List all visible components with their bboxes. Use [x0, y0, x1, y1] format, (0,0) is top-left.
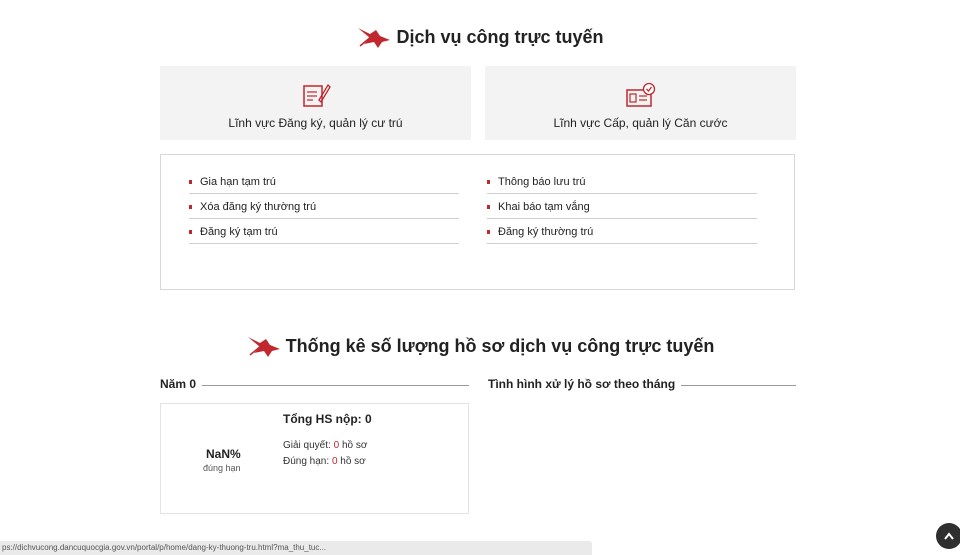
emblem-logo-icon — [247, 337, 280, 357]
bullet-icon — [189, 230, 192, 234]
resolved-value: 0 — [333, 440, 340, 451]
bullet-icon — [487, 205, 490, 209]
stats-summary-box: NaN% đúng hạn Tổng HS nộp: 0 Giải quyết:… — [160, 403, 469, 514]
services-title-text: Dịch vụ công trực tuyến — [396, 26, 604, 47]
ontime-row: Đúng hạn: 0 hồ sơ — [283, 456, 366, 467]
service-link[interactable]: Xóa đăng ký thường trú — [189, 194, 459, 219]
scroll-to-top-button[interactable] — [936, 523, 960, 549]
ontime-percent-caption: đúng hạn — [203, 463, 241, 473]
service-link[interactable]: Thông báo lưu trú — [487, 169, 757, 194]
service-link-label: Gia hạn tạm trú — [200, 176, 276, 188]
divider — [681, 385, 796, 386]
ontime-label: Đúng hạn: — [283, 456, 330, 467]
card-id-management[interactable]: Lĩnh vực Cấp, quản lý Căn cước — [485, 66, 796, 140]
service-link-label: Đăng ký thường trú — [498, 226, 594, 238]
service-link-label: Đăng ký tạm trú — [200, 226, 278, 238]
unit-label: hồ sơ — [341, 440, 368, 451]
service-link-label: Xóa đăng ký thường trú — [200, 201, 317, 213]
service-link-label: Thông báo lưu trú — [498, 176, 586, 188]
document-sign-icon — [302, 83, 331, 107]
monthly-label: Tình hình xử lý hồ sơ theo tháng — [488, 377, 676, 391]
chevron-up-icon — [944, 532, 954, 540]
service-link[interactable]: Gia hạn tạm trú — [189, 169, 459, 194]
bullet-icon — [189, 205, 192, 209]
service-link[interactable]: Đăng ký tạm trú — [189, 219, 459, 244]
bullet-icon — [487, 180, 490, 184]
unit-label: hồ sơ — [340, 456, 366, 467]
browser-status-bar: ps://dichvucong.dancuquocgia.gov.vn/port… — [0, 541, 592, 555]
card-label: Lĩnh vực Cấp, quản lý Căn cước — [553, 116, 728, 130]
emblem-logo-icon — [358, 28, 391, 48]
services-list-right: Thông báo lưu trú Khai báo tạm vắng Đăng… — [487, 169, 757, 244]
service-link[interactable]: Khai báo tạm vắng — [487, 194, 757, 219]
bullet-icon — [189, 180, 192, 184]
monthly-header: Tình hình xử lý hồ sơ theo tháng — [488, 377, 796, 391]
stats-title-text: Thống kê số lượng hồ sơ dịch vụ công trự… — [285, 335, 715, 356]
stats-title: Thống kê số lượng hồ sơ dịch vụ công trự… — [0, 333, 960, 359]
total-submitted: Tổng HS nộp: 0 — [283, 412, 372, 426]
year-header: Năm 0 — [160, 377, 469, 391]
id-card-check-icon — [625, 82, 655, 107]
bullet-icon — [487, 230, 490, 234]
card-residence-registration[interactable]: Lĩnh vực Đăng ký, quản lý cư trú — [160, 66, 471, 140]
service-link[interactable]: Đăng ký thường trú — [487, 219, 757, 244]
services-title: Dịch vụ công trực tuyến — [0, 24, 960, 50]
resolved-row: Giải quyết: 0 hồ sơ — [283, 440, 367, 451]
services-list-left: Gia hạn tạm trú Xóa đăng ký thường trú Đ… — [189, 169, 459, 244]
service-link-label: Khai báo tạm vắng — [498, 201, 590, 213]
divider — [202, 385, 469, 386]
ontime-value: 0 — [331, 456, 338, 467]
services-list-box: Gia hạn tạm trú Xóa đăng ký thường trú Đ… — [160, 154, 795, 290]
ontime-percent: NaN% — [206, 447, 241, 461]
resolved-label: Giải quyết: — [283, 440, 331, 451]
card-label: Lĩnh vực Đăng ký, quản lý cư trú — [228, 116, 403, 130]
year-label: Năm 0 — [160, 377, 197, 391]
